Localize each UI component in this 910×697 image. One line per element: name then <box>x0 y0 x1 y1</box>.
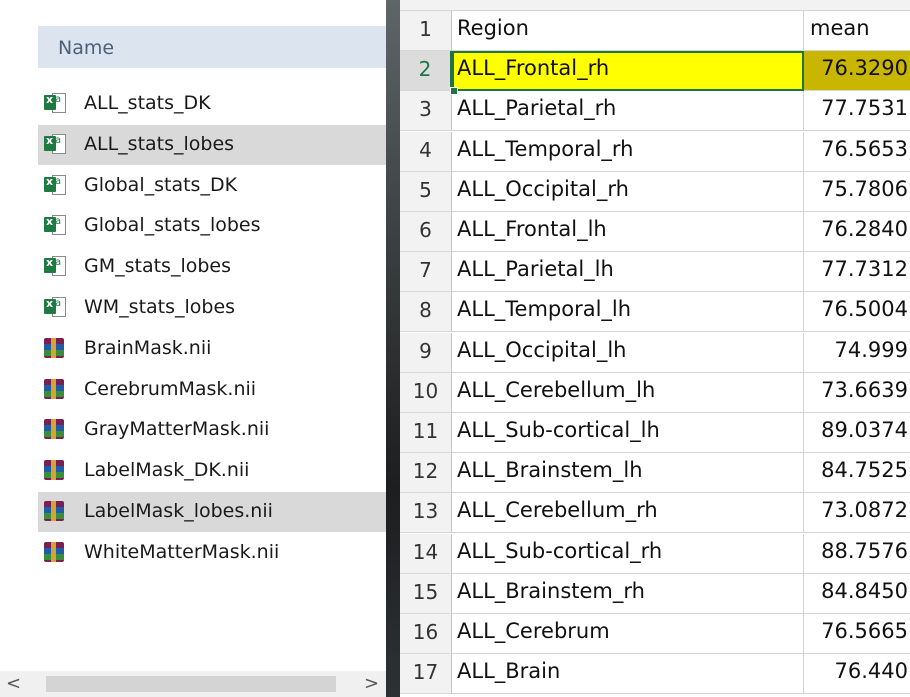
file-explorer-pane: Name ALL_stats_DK ALL_stats_lobes Global_s… <box>0 0 386 697</box>
file-name-label: LabelMask_DK.nii <box>84 459 250 482</box>
row-number-header[interactable]: 14 <box>400 533 452 574</box>
mean-cell[interactable]: 76.440 <box>804 654 910 695</box>
file-name-label: WM_stats_lobes <box>84 296 236 318</box>
archive-file-icon <box>44 419 64 440</box>
file-list-item[interactable]: Global_stats_lobes <box>38 206 386 246</box>
region-cell[interactable]: ALL_Occipital_rh <box>452 171 804 212</box>
file-name-label: CerebrumMask.nii <box>84 377 257 400</box>
spreadsheet-grid[interactable]: 1 Region mean 2 ALL_Frontal_rh 76.3290 3 ALL_Pa… <box>400 0 910 697</box>
active-cell-selection <box>452 51 804 91</box>
file-name-label: LabelMask_lobes.nii <box>84 500 273 522</box>
archive-file-icon <box>44 378 64 399</box>
region-column-header-cell[interactable]: Region <box>452 11 804 51</box>
file-name-label: Global_stats_lobes <box>84 214 261 237</box>
mean-cell[interactable]: 88.7576 <box>804 534 910 574</box>
mean-cell[interactable]: 77.7312 <box>804 252 910 293</box>
mean-cell[interactable]: 77.7531 <box>804 91 910 132</box>
region-cell[interactable]: ALL_Sub-cortical_rh <box>452 533 804 574</box>
region-cell[interactable]: ALL_Brainstem_rh <box>452 573 804 614</box>
file-name-label: ALL_stats_DK <box>84 92 211 114</box>
row-number-header[interactable]: 4 <box>400 131 452 172</box>
mean-cell[interactable]: 76.3290 <box>804 51 910 92</box>
file-list-item[interactable]: Global_stats_DK <box>38 166 386 206</box>
region-cell[interactable]: ALL_Brain <box>452 654 804 695</box>
region-cell[interactable]: ALL_Brainstem_lh <box>452 453 804 494</box>
scroll-left-icon[interactable]: < <box>6 673 21 694</box>
mean-cell[interactable]: 84.7525 <box>804 453 910 494</box>
archive-file-icon <box>44 541 64 562</box>
mean-cell[interactable]: 73.0872 <box>804 493 910 534</box>
excel-file-icon <box>44 297 66 317</box>
file-list-item[interactable]: GM_stats_lobes <box>38 247 386 287</box>
scroll-right-icon[interactable]: > <box>364 673 379 694</box>
file-name-label: BrainMask.nii <box>84 336 212 359</box>
region-cell[interactable]: ALL_Cerebrum <box>452 614 804 654</box>
excel-file-icon <box>44 174 66 195</box>
mean-cell[interactable]: 76.5004 <box>804 292 910 333</box>
region-cell[interactable]: ALL_Parietal_rh <box>452 91 804 132</box>
row-number-header[interactable]: 2 <box>400 51 452 92</box>
file-list-item[interactable]: LabelMask_lobes.nii <box>38 492 386 532</box>
region-cell[interactable]: ALL_Temporal_rh <box>452 131 804 172</box>
row-number-header[interactable]: 17 <box>400 654 452 695</box>
region-cell[interactable]: ALL_Temporal_lh <box>452 292 804 333</box>
excel-file-icon <box>44 215 66 236</box>
row-number-header[interactable]: 15 <box>400 573 452 614</box>
mean-cell[interactable]: 74.999 <box>804 333 910 373</box>
excel-file-icon <box>44 256 66 277</box>
region-cell[interactable]: ALL_Cerebellum_rh <box>452 493 804 534</box>
file-name-label: GM_stats_lobes <box>84 255 232 278</box>
mean-cell[interactable]: 84.8450 <box>804 574 910 614</box>
archive-file-icon <box>44 337 64 358</box>
row-number-header[interactable]: 3 <box>400 91 452 132</box>
row-number-header[interactable]: 13 <box>400 493 452 534</box>
mean-cell[interactable]: 76.5665 <box>804 614 910 654</box>
file-list-item[interactable]: GrayMatterMask.nii <box>38 410 386 450</box>
mean-cell[interactable]: 75.7806 <box>804 172 910 212</box>
mean-column-header-cell[interactable]: mean <box>804 11 910 51</box>
row-number-header[interactable]: 7 <box>400 252 452 293</box>
file-list-item[interactable]: ALL_stats_lobes <box>38 124 386 165</box>
file-name-label: WhiteMatterMask.nii <box>84 540 280 563</box>
row-number-header[interactable]: 8 <box>400 292 452 333</box>
archive-file-icon <box>44 501 64 521</box>
row-number-header[interactable]: 1 <box>400 11 452 51</box>
file-list-item[interactable]: ALL_stats_DK <box>38 84 386 124</box>
row-number-header[interactable]: 10 <box>400 372 452 413</box>
archive-file-icon <box>44 460 64 481</box>
region-cell[interactable]: ALL_Cerebellum_lh <box>452 372 804 413</box>
file-list-item[interactable]: CerebrumMask.nii <box>38 370 386 410</box>
region-cell[interactable]: ALL_Occipital_lh <box>452 332 804 373</box>
file-list-item[interactable]: WhiteMatterMask.nii <box>38 533 386 573</box>
row-number-header[interactable]: 5 <box>400 171 452 212</box>
file-list-item[interactable]: LabelMask_DK.nii <box>38 451 386 491</box>
region-cell[interactable]: ALL_Frontal_lh <box>452 212 804 252</box>
scrollbar-thumb[interactable] <box>46 676 336 692</box>
region-cell[interactable]: ALL_Parietal_lh <box>452 252 804 293</box>
excel-file-icon <box>44 133 66 154</box>
row-number-header[interactable]: 12 <box>400 453 452 494</box>
excel-file-icon <box>44 93 66 113</box>
mean-cell[interactable]: 89.0374 <box>804 413 910 453</box>
file-name-label: GrayMatterMask.nii <box>84 418 270 441</box>
row-number-header[interactable]: 6 <box>400 212 452 252</box>
mean-cell[interactable]: 76.2840 <box>804 212 910 252</box>
row-number-header[interactable]: 11 <box>400 413 452 453</box>
file-name-label: Global_stats_DK <box>84 173 238 196</box>
file-name-label: ALL_stats_lobes <box>84 132 235 155</box>
horizontal-scrollbar[interactable]: < > <box>0 671 386 697</box>
mean-cell[interactable]: 73.6639 <box>804 373 910 413</box>
name-column-header[interactable]: Name <box>38 26 386 68</box>
mean-cell[interactable]: 76.5653 <box>804 132 910 172</box>
row-number-header[interactable]: 16 <box>400 614 452 654</box>
name-column-label: Name <box>58 37 115 59</box>
file-list-item[interactable]: BrainMask.nii <box>38 329 386 369</box>
window-divider <box>386 0 400 697</box>
file-list-item[interactable]: WM_stats_lobes <box>38 288 386 328</box>
column-header-edge <box>400 0 910 11</box>
fill-handle[interactable] <box>450 87 458 95</box>
row-number-header[interactable]: 9 <box>400 332 452 373</box>
region-cell[interactable]: ALL_Sub-cortical_lh <box>452 413 804 453</box>
